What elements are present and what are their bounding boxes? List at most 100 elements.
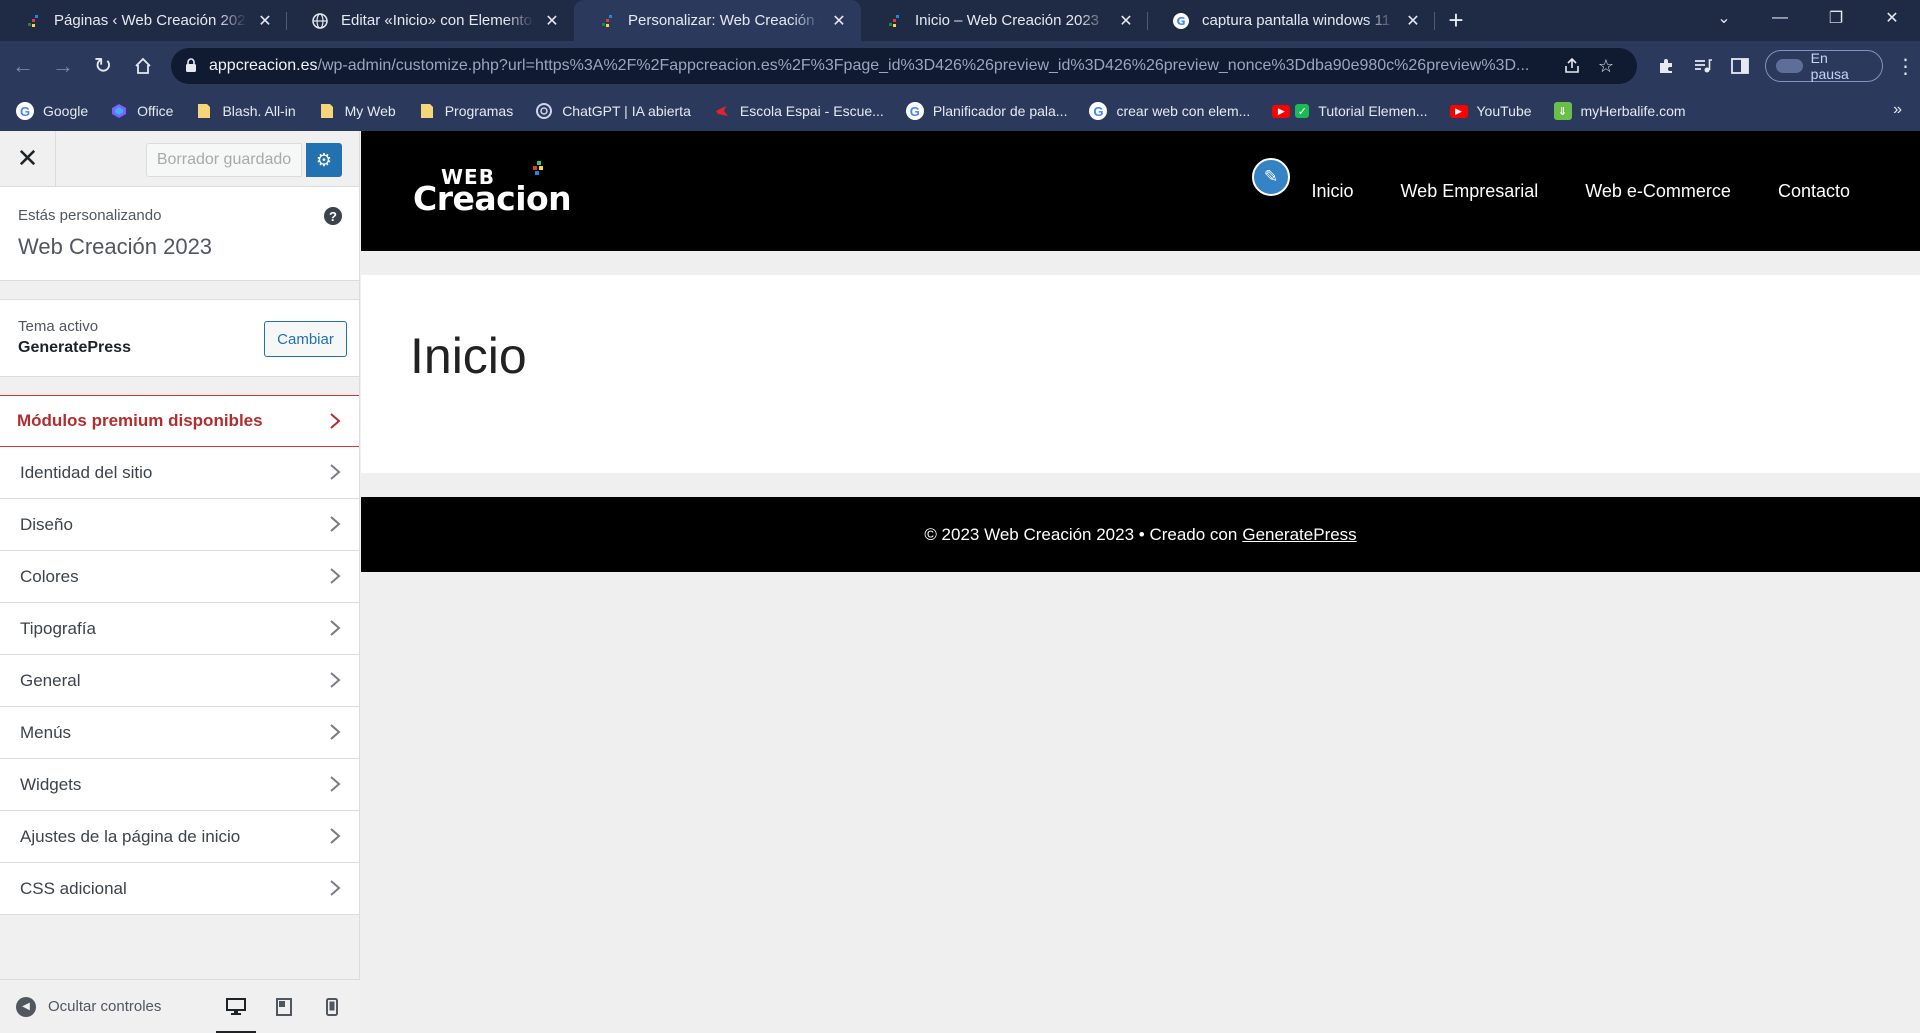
site-title: Web Creación 2023 (18, 234, 213, 259)
restore-icon[interactable]: ❐ (1808, 0, 1864, 35)
bookmark-programas[interactable]: Programas (418, 102, 513, 120)
primary-nav: Inicio Web Empresarial Web e-Commerce Co… (1264, 131, 1850, 251)
tab-label: Personalizar: Web Creación 2023 (628, 12, 821, 29)
help-icon[interactable]: ? (324, 207, 342, 225)
extensions-icon[interactable] (1648, 49, 1685, 83)
bookmark-label: Programas (444, 103, 514, 119)
nav-item-web-ecommerce[interactable]: Web e-Commerce (1585, 181, 1731, 202)
section-general[interactable]: General (0, 655, 359, 707)
mobile-preview-icon[interactable] (308, 980, 356, 1033)
chevron-right-icon (330, 413, 341, 429)
bookmark-herbalife[interactable]: ⇓ myHerbalife.com (1553, 102, 1686, 120)
customizer-sections: Módulos premium disponibles Identidad de… (0, 395, 359, 915)
kebab-menu-icon[interactable]: ⋮ (1891, 49, 1920, 83)
home-icon[interactable] (126, 49, 160, 83)
window-close-icon[interactable]: ✕ (1864, 0, 1920, 35)
customizer-header: ✕ Borrador guardado ⚙ (0, 130, 359, 187)
section-layout[interactable]: Diseño (0, 499, 359, 551)
section-colors[interactable]: Colores (0, 551, 359, 603)
section-menus[interactable]: Menús (0, 707, 359, 759)
tab-strip: Páginas ‹ Web Creación 2023 — WordPress … (0, 0, 1920, 41)
footer-generatepress-link[interactable]: GeneratePress (1242, 525, 1356, 545)
google-icon: G (1172, 12, 1190, 30)
change-theme-button[interactable]: Cambiar (264, 321, 347, 357)
publish-settings-gear-icon[interactable]: ⚙ (306, 143, 342, 177)
close-icon[interactable]: ✕ (255, 11, 275, 31)
collapse-arrow-icon: ◀ (16, 996, 36, 1017)
customizing-info: Estás personalizando Web Creación 2023 ? (0, 187, 359, 281)
tab-google-search[interactable]: G captura pantalla windows 11 - Buscar c… (1148, 0, 1435, 41)
chevron-right-icon (330, 568, 341, 584)
tab-inicio[interactable]: Inicio – Web Creación 2023 ✕ (861, 0, 1148, 41)
url-domain: appcreacion.es (209, 57, 318, 74)
nav-item-inicio[interactable]: Inicio (1311, 181, 1353, 202)
nav-item-contacto[interactable]: Contacto (1778, 181, 1850, 202)
profile-avatar (1775, 59, 1803, 73)
bookmark-crear-web[interactable]: G crear web con elem... (1089, 102, 1250, 120)
tab-elementor[interactable]: Editar «Inicio» con Elementor ✕ (287, 0, 574, 41)
wp-multicolor-icon (598, 12, 616, 30)
site-header: WEB Creacion ✎ Inicio Web Empresarial We… (361, 131, 1920, 251)
new-tab-button[interactable]: + (1435, 0, 1477, 41)
bookmark-youtube[interactable]: ▶ YouTube (1449, 103, 1532, 119)
save-draft-button[interactable]: Borrador guardado (146, 143, 302, 177)
bookmark-label: Office (137, 103, 174, 119)
profile-paused-button[interactable]: En pausa (1764, 50, 1883, 82)
bookmark-label: crear web con elem... (1116, 103, 1251, 119)
globe-icon (311, 12, 329, 30)
bookmark-escola-espai[interactable]: Escola Espai - Escue... (713, 102, 884, 120)
office-icon (110, 102, 128, 120)
bookmark-label: ChatGPT | IA abierta (562, 103, 691, 119)
section-label: Identidad del sitio (20, 462, 153, 482)
section-label: Menús (20, 722, 72, 742)
section-typography[interactable]: Tipografía (0, 603, 359, 655)
hide-controls-button[interactable]: ◀ Ocultar controles (16, 996, 161, 1017)
customizer-footer: ◀ Ocultar controles (0, 979, 360, 1033)
section-site-identity[interactable]: Identidad del sitio (0, 447, 359, 499)
forward-icon[interactable]: → (46, 49, 80, 83)
bookmark-office[interactable]: Office (110, 102, 173, 120)
openai-icon (535, 102, 553, 120)
star-icon[interactable]: ☆ (1589, 51, 1623, 81)
section-label: Módulos premium disponibles (17, 411, 263, 430)
section-widgets[interactable]: Widgets (0, 759, 359, 811)
side-panel-icon[interactable] (1722, 49, 1759, 83)
chevron-right-icon (330, 828, 341, 844)
more-bookmarks-icon[interactable]: » (1893, 101, 1902, 119)
bookmark-blash[interactable]: Blash. All-in (195, 102, 296, 120)
reload-icon[interactable]: ↻ (86, 49, 120, 83)
chevron-right-icon (330, 880, 341, 896)
nav-item-web-empresarial[interactable]: Web Empresarial (1401, 181, 1539, 202)
section-additional-css[interactable]: CSS adicional (0, 863, 359, 915)
lock-icon[interactable] (185, 58, 199, 74)
tab-search-chevron-icon[interactable]: ⌄ (1696, 0, 1752, 35)
close-icon[interactable]: ✕ (1116, 11, 1136, 31)
footer-copyright: © 2023 Web Creación 2023 • Creado con (924, 524, 1238, 544)
section-label: Colores (20, 566, 79, 586)
bookmark-tutorial-elementor[interactable]: ▶ ✓ Tutorial Elemen... (1272, 103, 1428, 119)
section-homepage-settings[interactable]: Ajustes de la página de inicio (0, 811, 359, 863)
minimize-icon[interactable]: — (1752, 0, 1808, 35)
bookmark-my-web[interactable]: My Web (318, 102, 396, 120)
toolbar-right: En pausa ⋮ (1648, 49, 1920, 83)
tab-paginas[interactable]: Páginas ‹ Web Creación 2023 — WordPress … (0, 0, 287, 41)
close-icon[interactable]: ✕ (829, 11, 849, 31)
bookmark-google[interactable]: G Google (16, 102, 88, 120)
bookmark-planificador[interactable]: G Planificador de pala... (905, 102, 1067, 120)
bookmark-chatgpt[interactable]: ChatGPT | IA abierta (535, 102, 691, 120)
tablet-preview-icon[interactable] (260, 980, 308, 1033)
address-bar[interactable]: appcreacion.es/wp-admin/customize.php?ur… (171, 48, 1637, 84)
share-icon[interactable] (1555, 51, 1589, 81)
media-queue-icon[interactable] (1685, 49, 1722, 83)
desktop-preview-icon[interactable] (212, 980, 260, 1033)
tab-personalizar[interactable]: Personalizar: Web Creación 2023 ✕ (574, 0, 861, 41)
close-icon[interactable]: ✕ (1403, 11, 1423, 31)
bookmark-label: myHerbalife.com (1580, 103, 1686, 119)
close-icon[interactable]: ✕ (542, 11, 562, 31)
section-premium-modules[interactable]: Módulos premium disponibles (0, 395, 359, 447)
herbalife-icon: ⇓ (1553, 102, 1572, 120)
window-controls: ⌄ — ❐ ✕ (1696, 0, 1920, 35)
back-icon[interactable]: ← (6, 49, 40, 83)
close-customizer-icon[interactable]: ✕ (0, 130, 56, 187)
bookmark-label: Tutorial Elemen... (1318, 103, 1428, 119)
